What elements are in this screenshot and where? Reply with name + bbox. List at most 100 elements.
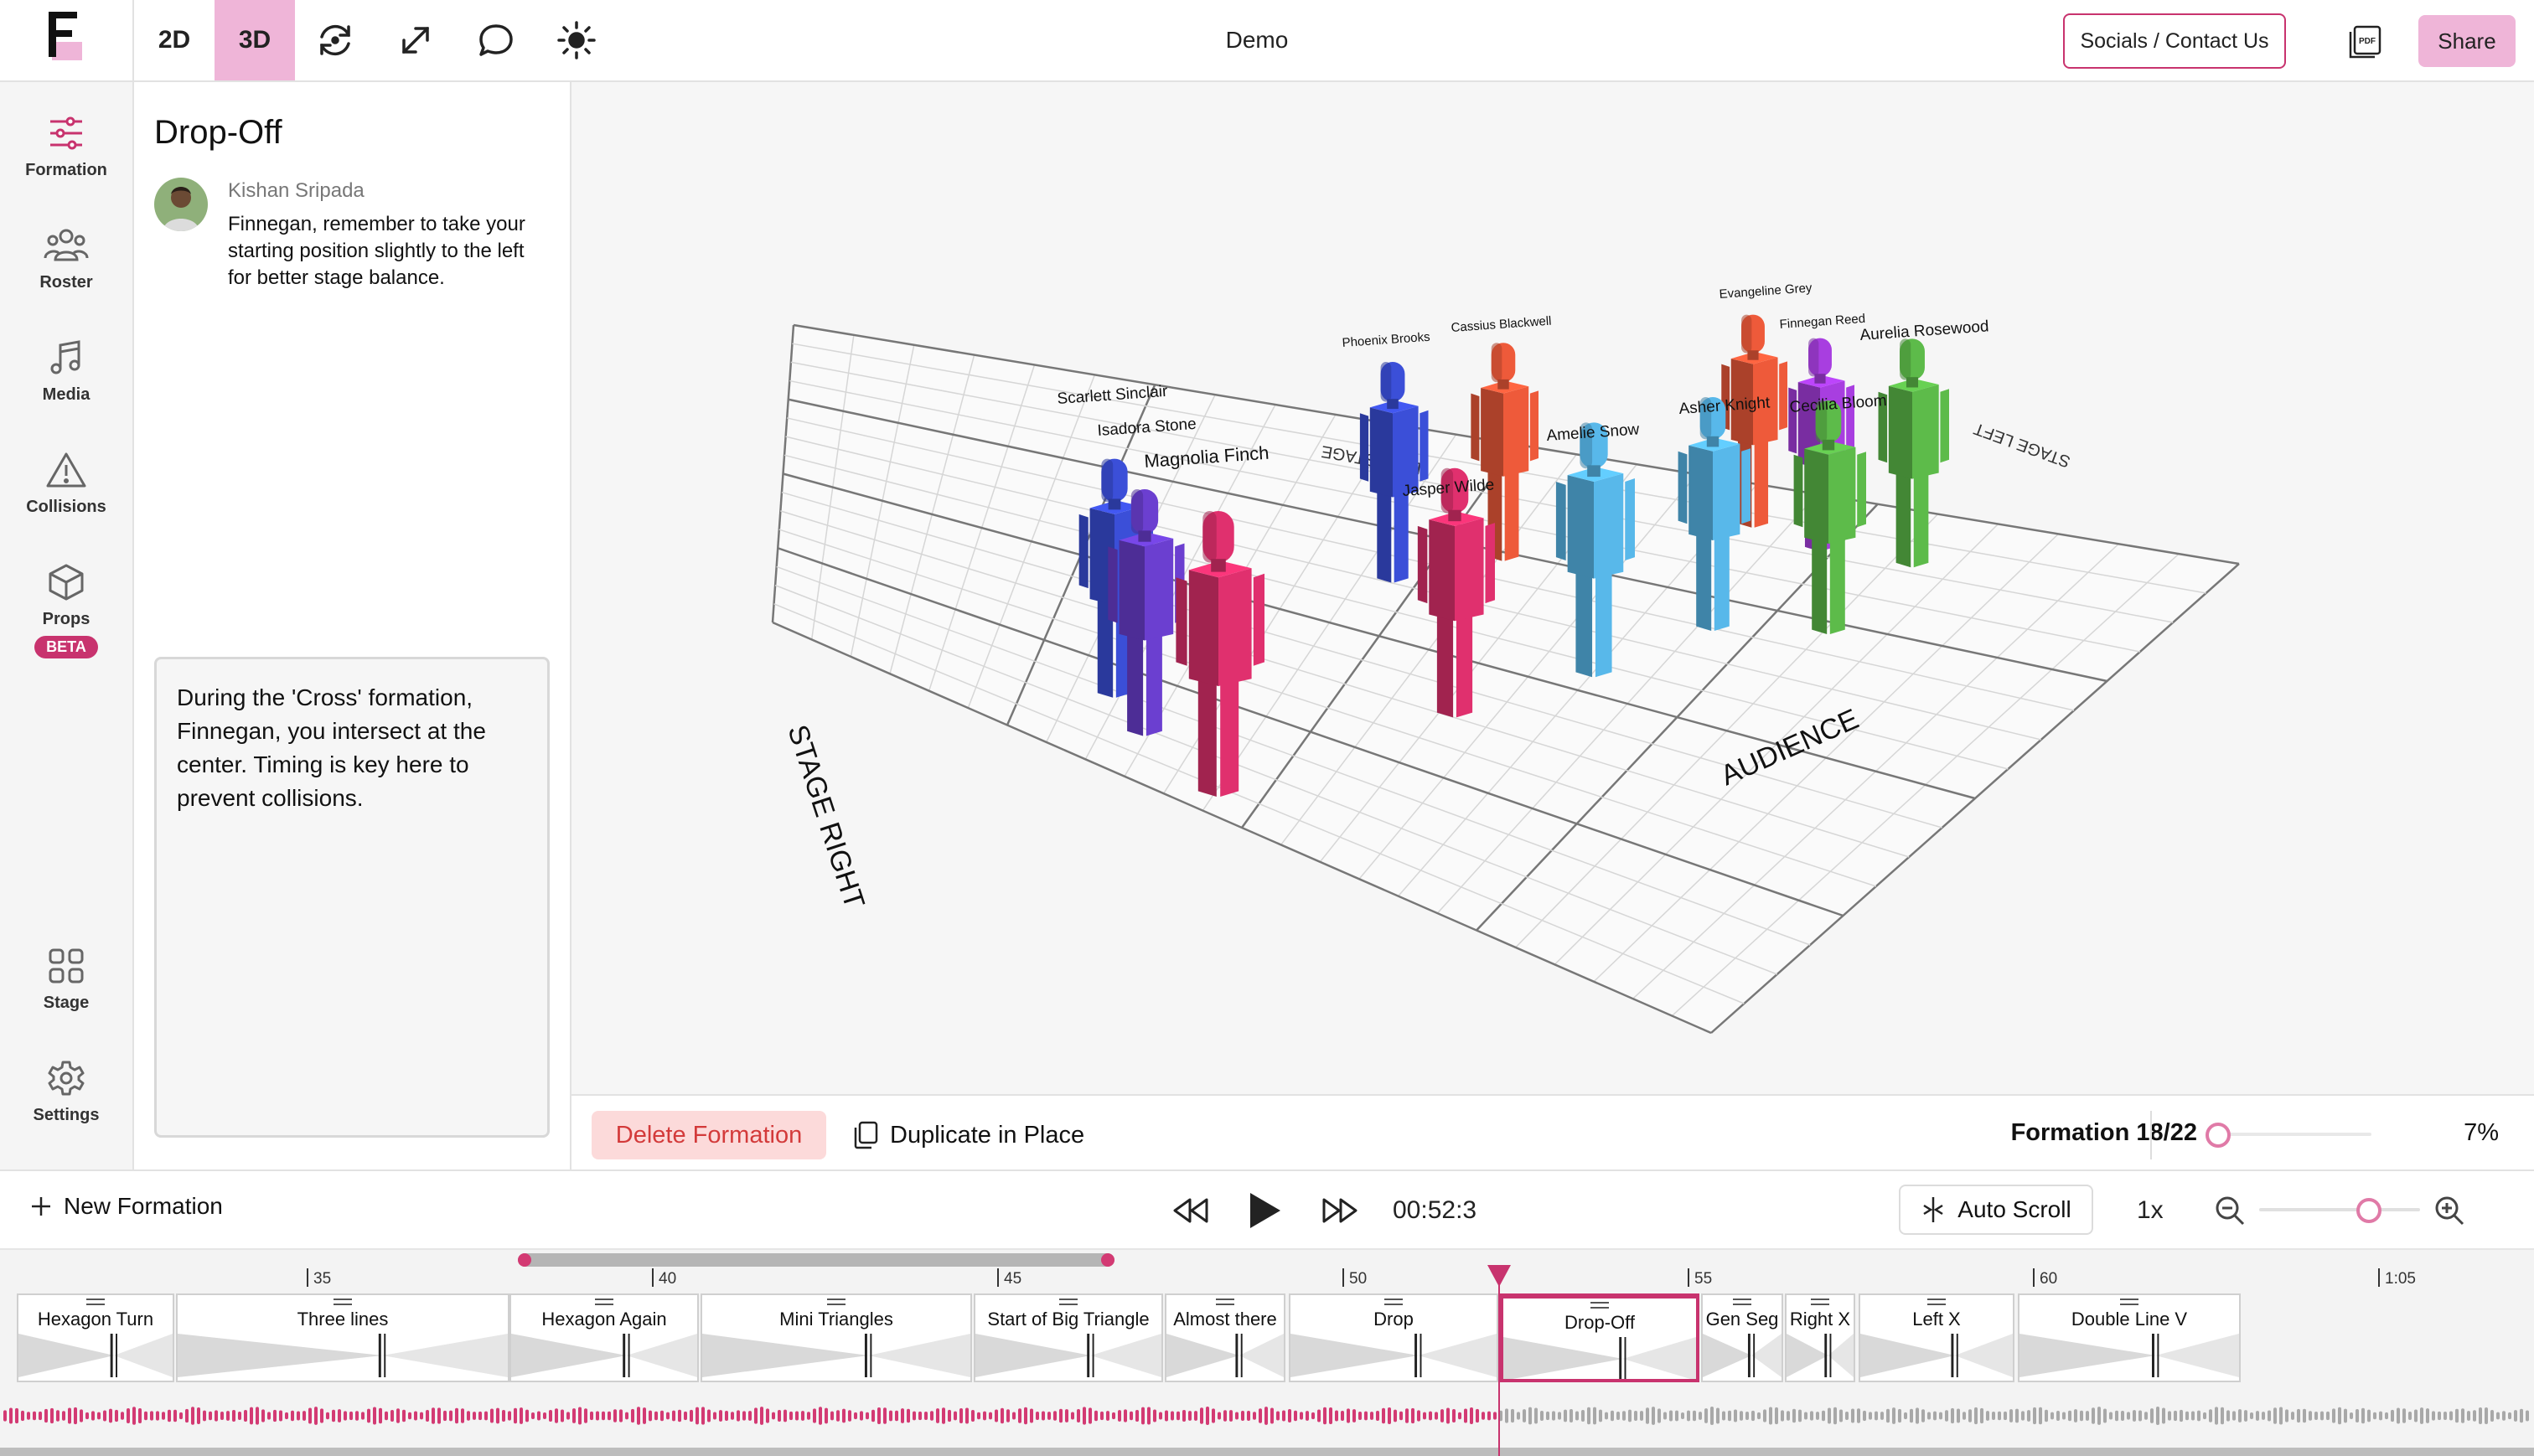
- brightness-icon[interactable]: [556, 20, 597, 60]
- waveform-bar: [179, 1412, 183, 1420]
- waveform-bar: [332, 1409, 335, 1422]
- rotate-icon[interactable]: [315, 20, 355, 60]
- socials-contact-button[interactable]: Socials / Contact Us: [2063, 13, 2286, 69]
- waveform-bar: [1781, 1410, 1784, 1422]
- formation-block[interactable]: Drop: [1289, 1293, 1498, 1382]
- waveform-bar: [238, 1412, 241, 1420]
- scrollbar-right-handle[interactable]: [1101, 1253, 1114, 1267]
- waveform-bar: [1798, 1409, 1802, 1422]
- drag-handle-icon[interactable]: [1733, 1299, 1751, 1305]
- share-button[interactable]: Share: [2418, 15, 2516, 67]
- waveform-bar: [2314, 1412, 2318, 1420]
- waveform-bar: [1030, 1408, 1033, 1423]
- nav-stage[interactable]: Stage: [0, 947, 132, 1013]
- zoom-in-icon[interactable]: [2433, 1195, 2465, 1226]
- waveform-bar: [2367, 1409, 2371, 1422]
- new-formation-button[interactable]: New Formation: [30, 1193, 223, 1220]
- timeline-zoom-slider[interactable]: [2259, 1208, 2420, 1211]
- formation-block[interactable]: Hexagon Again: [509, 1293, 699, 1382]
- formation-block[interactable]: Hexagon Turn: [17, 1293, 174, 1382]
- duplicate-in-place-button[interactable]: Duplicate in Place: [853, 1111, 1084, 1159]
- formation-title[interactable]: Drop-Off: [154, 114, 282, 152]
- formation-notes-field[interactable]: During the 'Cross' formation, Finnegan, …: [154, 657, 550, 1138]
- drag-handle-icon[interactable]: [595, 1299, 613, 1305]
- waveform-bar: [1282, 1410, 1285, 1422]
- waveform-bar: [1581, 1410, 1585, 1422]
- duplicate-label: Duplicate in Place: [890, 1121, 1085, 1149]
- rewind-icon[interactable]: [1171, 1196, 1210, 1225]
- auto-scroll-button[interactable]: Auto Scroll: [1899, 1185, 2093, 1235]
- timeline-scrollbar[interactable]: [518, 1253, 1114, 1267]
- drag-handle-icon[interactable]: [2120, 1299, 2138, 1305]
- waveform-bar: [2109, 1412, 2113, 1420]
- waveform-bar: [1693, 1410, 1696, 1422]
- timeline[interactable]: 35 40 45 50 55 60 1:05 Hexagon Turn Three lines…: [0, 1248, 2534, 1456]
- waveform-bar: [68, 1407, 71, 1424]
- expand-icon[interactable]: [396, 20, 436, 60]
- nav-collisions[interactable]: Collisions: [0, 451, 132, 517]
- stage-zoom-slider[interactable]: [2212, 1133, 2371, 1136]
- waveform-bar: [1394, 1409, 1397, 1422]
- drag-handle-icon[interactable]: [1216, 1299, 1234, 1305]
- view-3d-button[interactable]: 3D: [215, 0, 295, 80]
- waveform-bar: [1916, 1407, 1919, 1424]
- nav-formation[interactable]: Formation: [0, 114, 132, 180]
- nav-label: Stage: [43, 994, 90, 1012]
- stage-zoom-percent: 7%: [2464, 1119, 2499, 1146]
- formation-block[interactable]: Almost there: [1165, 1293, 1285, 1382]
- comment-icon[interactable]: [476, 20, 516, 60]
- stage-zoom-thumb[interactable]: [2206, 1123, 2231, 1148]
- waveform-bar: [2004, 1411, 2007, 1421]
- drag-handle-icon[interactable]: [86, 1299, 105, 1305]
- drag-handle-icon[interactable]: [827, 1299, 846, 1305]
- play-icon[interactable]: [1247, 1191, 1282, 1230]
- drag-handle-icon[interactable]: [1590, 1302, 1609, 1309]
- formation-block[interactable]: Start of Big Triangle: [974, 1293, 1163, 1382]
- drag-handle-icon[interactable]: [334, 1299, 352, 1305]
- nav-roster[interactable]: Roster: [0, 226, 132, 292]
- waveform-bar: [983, 1411, 986, 1421]
- waveform-bar: [2432, 1411, 2435, 1421]
- beta-badge: BETA: [34, 636, 98, 658]
- formation-block[interactable]: Drop-Off: [1500, 1293, 1699, 1382]
- waveform-bar: [613, 1409, 617, 1422]
- formation-block[interactable]: Left X: [1859, 1293, 2014, 1382]
- waveform-bar: [1921, 1409, 1925, 1422]
- audio-waveform[interactable]: [0, 1399, 2534, 1433]
- drag-handle-icon[interactable]: [1927, 1299, 1946, 1305]
- waveform-bar: [1575, 1411, 1579, 1421]
- formation-block[interactable]: Three lines: [176, 1293, 509, 1382]
- drag-handle-icon[interactable]: [1384, 1299, 1403, 1305]
- drag-handle-icon[interactable]: [1811, 1299, 1829, 1305]
- pdf-export-icon[interactable]: PDF: [2346, 23, 2383, 60]
- transition-graphic: [975, 1334, 1161, 1377]
- formation-block[interactable]: Double Line V: [2018, 1293, 2241, 1382]
- zoom-out-icon[interactable]: [2214, 1195, 2246, 1226]
- waveform-bar: [2033, 1407, 2036, 1425]
- nav-media[interactable]: Media: [0, 338, 132, 405]
- playback-bar: New Formation 00:52:3 Auto Scroll 1x: [0, 1169, 2534, 1248]
- view-2d-button[interactable]: 2D: [134, 0, 215, 80]
- timeline-zoom-thumb[interactable]: [2356, 1198, 2381, 1223]
- nav-props[interactable]: Props BETA: [0, 563, 132, 658]
- playback-speed[interactable]: 1x: [2137, 1196, 2164, 1225]
- scrollbar-left-handle[interactable]: [518, 1253, 531, 1267]
- waveform-bar: [2156, 1407, 2159, 1425]
- nav-settings[interactable]: Settings: [0, 1059, 132, 1125]
- drag-handle-icon[interactable]: [1059, 1299, 1078, 1305]
- formation-block[interactable]: Gen Seg: [1701, 1293, 1783, 1382]
- formation-block[interactable]: Mini Triangles: [701, 1293, 972, 1382]
- project-title: Demo: [1225, 27, 1289, 53]
- formation-block-label: Gen Seg: [1705, 1309, 1779, 1330]
- warning-icon: [46, 452, 86, 488]
- waveform-bar: [1083, 1407, 1086, 1425]
- waveform-bar: [596, 1411, 599, 1421]
- waveform-bar: [936, 1408, 939, 1423]
- fast-forward-icon[interactable]: [1321, 1196, 1359, 1225]
- stage-3d-view[interactable]: AUDIENCESTAGE RIGHTSTAGE LEFTBACKSTAGE S…: [571, 82, 2534, 1094]
- delete-formation-button[interactable]: Delete Formation: [592, 1111, 826, 1159]
- formation-block[interactable]: Right X: [1785, 1293, 1855, 1382]
- top-toolbar: 2D 3D Demo Socials / Contact Us PDF Shar…: [0, 0, 2534, 82]
- stage-canvas[interactable]: AUDIENCESTAGE RIGHTSTAGE LEFTBACKSTAGE S…: [571, 82, 2534, 1094]
- waveform-bar: [2268, 1410, 2271, 1422]
